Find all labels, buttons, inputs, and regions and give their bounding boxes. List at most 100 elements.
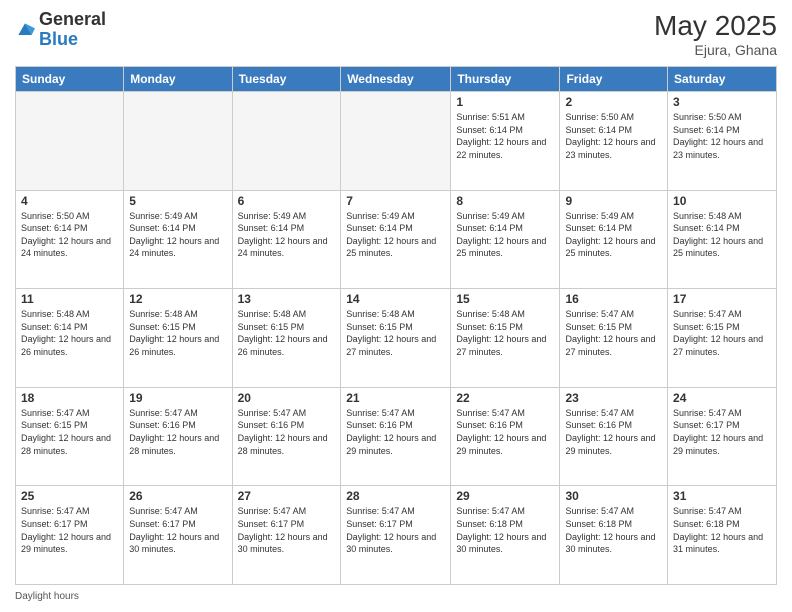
day-cell: 25 Sunrise: 5:47 AM Sunset: 6:17 PM Dayli… xyxy=(16,486,124,585)
day-info: Sunrise: 5:47 AM Sunset: 6:18 PM Dayligh… xyxy=(456,505,554,555)
week-row-1: 1 Sunrise: 5:51 AM Sunset: 6:14 PM Daylig… xyxy=(16,92,777,191)
day-number: 17 xyxy=(673,292,771,306)
day-number: 20 xyxy=(238,391,336,405)
day-cell: 8Sunrise: 5:49 AM Sunset: 6:14 PM Daylig… xyxy=(451,190,560,289)
day-info: Sunrise: 5:47 AM Sunset: 6:16 PM Dayligh… xyxy=(565,407,662,457)
day-cell: 19 Sunrise: 5:47 AM Sunset: 6:16 PM Dayli… xyxy=(124,387,232,486)
day-info: Sunrise: 5:50 AM Sunset: 6:14 PM Dayligh… xyxy=(21,210,118,260)
day-cell: 11Sunrise: 5:48 AM Sunset: 6:14 PM Dayli… xyxy=(16,289,124,388)
day-cell: 18 Sunrise: 5:47 AM Sunset: 6:15 PM Dayli… xyxy=(16,387,124,486)
day-info: Sunrise: 5:49 AM Sunset: 6:14 PM Dayligh… xyxy=(238,210,336,260)
day-number: 9 xyxy=(565,194,662,208)
day-info: Sunrise: 5:47 AM Sunset: 6:15 PM Dayligh… xyxy=(21,407,118,457)
col-header-wednesday: Wednesday xyxy=(341,67,451,92)
day-number: 27 xyxy=(238,489,336,503)
day-number: 31 xyxy=(673,489,771,503)
day-cell xyxy=(341,92,451,191)
day-number: 23 xyxy=(565,391,662,405)
day-number: 29 xyxy=(456,489,554,503)
day-info: Sunrise: 5:47 AM Sunset: 6:15 PM Dayligh… xyxy=(565,308,662,358)
col-header-sunday: Sunday xyxy=(16,67,124,92)
day-number: 28 xyxy=(346,489,445,503)
day-cell: 10 Sunrise: 5:48 AM Sunset: 6:14 PM Dayli… xyxy=(668,190,777,289)
day-info: Sunrise: 5:47 AM Sunset: 6:18 PM Dayligh… xyxy=(673,505,771,555)
day-number: 18 xyxy=(21,391,118,405)
week-row-4: 18 Sunrise: 5:47 AM Sunset: 6:15 PM Dayli… xyxy=(16,387,777,486)
day-info: Sunrise: 5:47 AM Sunset: 6:17 PM Dayligh… xyxy=(129,505,226,555)
header: General Blue May 2025 Ejura, Ghana xyxy=(15,10,777,58)
day-number: 2 xyxy=(565,95,662,109)
day-info: Sunrise: 5:47 AM Sunset: 6:17 PM Dayligh… xyxy=(21,505,118,555)
day-cell: 2Sunrise: 5:50 AM Sunset: 6:14 PM Daylig… xyxy=(560,92,668,191)
day-cell: 26 Sunrise: 5:47 AM Sunset: 6:17 PM Dayli… xyxy=(124,486,232,585)
week-row-5: 25 Sunrise: 5:47 AM Sunset: 6:17 PM Dayli… xyxy=(16,486,777,585)
col-header-thursday: Thursday xyxy=(451,67,560,92)
day-info: Sunrise: 5:47 AM Sunset: 6:16 PM Dayligh… xyxy=(346,407,445,457)
day-number: 10 xyxy=(673,194,771,208)
day-info: Sunrise: 5:47 AM Sunset: 6:15 PM Dayligh… xyxy=(673,308,771,358)
day-number: 25 xyxy=(21,489,118,503)
day-cell: 9 Sunrise: 5:49 AM Sunset: 6:14 PM Daylig… xyxy=(560,190,668,289)
day-cell: 14 Sunrise: 5:48 AM Sunset: 6:15 PM Dayli… xyxy=(341,289,451,388)
day-cell: 1 Sunrise: 5:51 AM Sunset: 6:14 PM Daylig… xyxy=(451,92,560,191)
day-cell: 23 Sunrise: 5:47 AM Sunset: 6:16 PM Dayli… xyxy=(560,387,668,486)
logo-general: General xyxy=(39,9,106,29)
day-number: 4 xyxy=(21,194,118,208)
day-info: Sunrise: 5:47 AM Sunset: 6:16 PM Dayligh… xyxy=(129,407,226,457)
day-info: Sunrise: 5:47 AM Sunset: 6:16 PM Dayligh… xyxy=(456,407,554,457)
day-number: 19 xyxy=(129,391,226,405)
day-info: Sunrise: 5:48 AM Sunset: 6:14 PM Dayligh… xyxy=(673,210,771,260)
day-info: Sunrise: 5:49 AM Sunset: 6:14 PM Dayligh… xyxy=(346,210,445,260)
day-info: Sunrise: 5:47 AM Sunset: 6:17 PM Dayligh… xyxy=(673,407,771,457)
day-info: Sunrise: 5:48 AM Sunset: 6:15 PM Dayligh… xyxy=(346,308,445,358)
day-info: Sunrise: 5:48 AM Sunset: 6:15 PM Dayligh… xyxy=(129,308,226,358)
day-cell: 27 Sunrise: 5:47 AM Sunset: 6:17 PM Dayli… xyxy=(232,486,341,585)
day-cell xyxy=(16,92,124,191)
col-header-tuesday: Tuesday xyxy=(232,67,341,92)
day-number: 7 xyxy=(346,194,445,208)
day-cell: 12Sunrise: 5:48 AM Sunset: 6:15 PM Dayli… xyxy=(124,289,232,388)
day-cell: 16Sunrise: 5:47 AM Sunset: 6:15 PM Dayli… xyxy=(560,289,668,388)
day-number: 5 xyxy=(129,194,226,208)
day-number: 1 xyxy=(456,95,554,109)
day-cell: 5Sunrise: 5:49 AM Sunset: 6:14 PM Daylig… xyxy=(124,190,232,289)
footer: Daylight hours xyxy=(15,591,777,602)
day-number: 22 xyxy=(456,391,554,405)
logo-icon xyxy=(15,20,35,40)
day-info: Sunrise: 5:51 AM Sunset: 6:14 PM Dayligh… xyxy=(456,111,554,161)
day-info: Sunrise: 5:50 AM Sunset: 6:14 PM Dayligh… xyxy=(673,111,771,161)
day-number: 13 xyxy=(238,292,336,306)
logo: General Blue xyxy=(15,10,106,50)
day-cell: 3 Sunrise: 5:50 AM Sunset: 6:14 PM Daylig… xyxy=(668,92,777,191)
day-number: 3 xyxy=(673,95,771,109)
day-cell: 17 Sunrise: 5:47 AM Sunset: 6:15 PM Dayli… xyxy=(668,289,777,388)
day-cell: 21 Sunrise: 5:47 AM Sunset: 6:16 PM Dayli… xyxy=(341,387,451,486)
day-info: Sunrise: 5:47 AM Sunset: 6:17 PM Dayligh… xyxy=(238,505,336,555)
col-header-saturday: Saturday xyxy=(668,67,777,92)
day-number: 30 xyxy=(565,489,662,503)
day-cell: 4 Sunrise: 5:50 AM Sunset: 6:14 PM Daylig… xyxy=(16,190,124,289)
day-info: Sunrise: 5:49 AM Sunset: 6:14 PM Dayligh… xyxy=(565,210,662,260)
week-row-2: 4 Sunrise: 5:50 AM Sunset: 6:14 PM Daylig… xyxy=(16,190,777,289)
day-cell: 24 Sunrise: 5:47 AM Sunset: 6:17 PM Dayli… xyxy=(668,387,777,486)
day-number: 24 xyxy=(673,391,771,405)
day-info: Sunrise: 5:47 AM Sunset: 6:18 PM Dayligh… xyxy=(565,505,662,555)
day-cell: 22 Sunrise: 5:47 AM Sunset: 6:16 PM Dayli… xyxy=(451,387,560,486)
week-row-3: 11Sunrise: 5:48 AM Sunset: 6:14 PM Dayli… xyxy=(16,289,777,388)
day-cell: 15Sunrise: 5:48 AM Sunset: 6:15 PM Dayli… xyxy=(451,289,560,388)
day-number: 21 xyxy=(346,391,445,405)
day-cell xyxy=(232,92,341,191)
day-info: Sunrise: 5:48 AM Sunset: 6:15 PM Dayligh… xyxy=(238,308,336,358)
calendar: SundayMondayTuesdayWednesdayThursdayFrid… xyxy=(15,66,777,585)
location: Ejura, Ghana xyxy=(654,42,777,58)
day-cell: 7 Sunrise: 5:49 AM Sunset: 6:14 PM Daylig… xyxy=(341,190,451,289)
day-info: Sunrise: 5:47 AM Sunset: 6:17 PM Dayligh… xyxy=(346,505,445,555)
day-number: 6 xyxy=(238,194,336,208)
day-info: Sunrise: 5:47 AM Sunset: 6:16 PM Dayligh… xyxy=(238,407,336,457)
month-title: May 2025 xyxy=(654,10,777,42)
day-number: 14 xyxy=(346,292,445,306)
day-cell: 20 Sunrise: 5:47 AM Sunset: 6:16 PM Dayli… xyxy=(232,387,341,486)
day-number: 26 xyxy=(129,489,226,503)
footer-text: Daylight hours xyxy=(15,591,79,602)
day-cell: 6 Sunrise: 5:49 AM Sunset: 6:14 PM Daylig… xyxy=(232,190,341,289)
